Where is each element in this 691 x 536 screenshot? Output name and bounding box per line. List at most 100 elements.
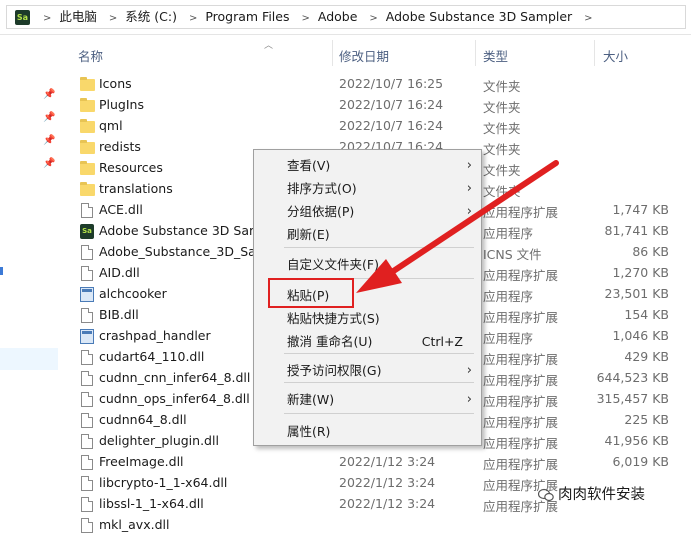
menu-item[interactable]: 新建(W) › xyxy=(254,389,481,411)
file-size: 23,501 KB xyxy=(604,286,669,301)
file-name: qml xyxy=(99,118,123,133)
column-divider[interactable] xyxy=(475,40,476,66)
chevron-right-icon[interactable]: > xyxy=(43,13,51,24)
breadcrumb-this-pc[interactable]: 此电脑 xyxy=(59,9,97,24)
breadcrumb-system-c[interactable]: 系统 (C:) xyxy=(125,9,177,24)
file-size: 41,956 KB xyxy=(604,433,669,448)
chevron-right-icon[interactable]: > xyxy=(189,13,197,24)
file-type: 应用程序扩展 xyxy=(483,394,559,409)
file-size: 225 KB xyxy=(624,412,669,427)
file-name: AID.dll xyxy=(99,265,140,280)
file-type: 应用程序扩展 xyxy=(483,373,559,388)
column-divider[interactable] xyxy=(332,40,333,66)
column-date[interactable]: 修改日期 xyxy=(339,46,389,65)
file-size: 1,046 KB xyxy=(612,328,669,343)
file-size: 429 KB xyxy=(624,349,669,364)
submenu-chevron-icon: › xyxy=(466,181,472,196)
menu-item-label: 授予访问权限(G) xyxy=(287,363,382,378)
file-type: 文件夹 xyxy=(483,142,521,157)
menu-item[interactable]: 授予访问权限(G) › xyxy=(254,360,481,382)
chevron-right-icon[interactable]: > xyxy=(584,13,592,24)
file-type: 应用程序 xyxy=(483,226,534,241)
file-size: 81,741 KB xyxy=(604,223,669,238)
file-size: 86 KB xyxy=(632,244,669,259)
menu-item-label: 排序方式(O) xyxy=(287,181,357,196)
folder-icon xyxy=(80,140,95,154)
file-name: PlugIns xyxy=(99,97,144,112)
menu-item[interactable]: 自定义文件夹(F)... xyxy=(254,254,481,276)
sort-ascending-icon: ︿ xyxy=(264,41,274,51)
menu-item-label: 查看(V) xyxy=(287,158,331,173)
folder-icon xyxy=(80,182,95,196)
menu-item[interactable]: 分组依据(P) › xyxy=(254,201,481,223)
file-row[interactable]: qml 2022/10/7 16:24 文件夹 xyxy=(66,116,691,137)
pin-icon[interactable]: 📌 xyxy=(43,89,55,101)
file-type: 应用程序 xyxy=(483,331,534,346)
column-size[interactable]: 大小 xyxy=(603,46,628,65)
chevron-right-icon[interactable]: > xyxy=(109,13,117,24)
menu-item[interactable]: 粘贴快捷方式(S) xyxy=(254,308,481,330)
breadcrumb-sampler[interactable]: Adobe Substance 3D Sampler xyxy=(386,9,572,24)
file-name: libssl-1_1-x64.dll xyxy=(99,496,204,511)
file-icon xyxy=(81,350,93,365)
file-date: 2022/10/7 16:24 xyxy=(339,97,444,112)
pin-icon[interactable]: 📌 xyxy=(43,135,55,147)
file-type: 应用程序扩展 xyxy=(483,415,559,430)
file-type: 应用程序扩展 xyxy=(483,310,559,325)
pin-icon[interactable]: 📌 xyxy=(43,112,55,124)
menu-item[interactable]: 刷新(E) xyxy=(254,224,481,246)
watermark-text: 肉肉软件安装 xyxy=(558,487,645,503)
file-date: 2022/10/7 16:24 xyxy=(339,118,444,133)
paste-highlight-box xyxy=(268,278,354,308)
menu-item[interactable]: 排序方式(O) › xyxy=(254,178,481,200)
file-row[interactable]: PlugIns 2022/10/7 16:24 文件夹 xyxy=(66,95,691,116)
menu-separator xyxy=(284,247,474,248)
nav-scroll-indicator xyxy=(0,267,3,275)
file-name: crashpad_handler xyxy=(99,328,211,343)
file-icon xyxy=(81,266,93,281)
file-row[interactable]: Icons 2022/10/7 16:25 文件夹 xyxy=(66,74,691,95)
file-name: FreeImage.dll xyxy=(99,454,184,469)
pin-icon[interactable]: 📌 xyxy=(43,158,55,170)
breadcrumb[interactable]: Sa > 此电脑 > 系统 (C:) > Program Files > Adobe >… xyxy=(6,5,686,29)
folder-icon xyxy=(80,161,95,175)
file-date: 2022/1/12 3:24 xyxy=(339,496,436,511)
address-bar: Sa > 此电脑 > 系统 (C:) > Program Files > Adobe >… xyxy=(0,0,691,35)
folder-icon xyxy=(80,98,95,112)
file-name: Icons xyxy=(99,76,132,91)
file-row[interactable]: FreeImage.dll 2022/1/12 3:24 应用程序扩展 6,019 K… xyxy=(66,452,691,473)
file-date: 2022/1/12 3:24 xyxy=(339,454,436,469)
file-row[interactable]: mkl_avx.dll xyxy=(66,515,691,536)
file-type: 应用程序扩展 xyxy=(483,457,559,472)
menu-item[interactable]: 属性(R) xyxy=(254,421,481,443)
file-icon xyxy=(81,518,93,533)
column-name[interactable]: 名称 xyxy=(78,46,103,65)
file-type: 应用程序扩展 xyxy=(483,352,559,367)
submenu-chevron-icon: › xyxy=(466,363,472,378)
chevron-right-icon[interactable]: > xyxy=(369,13,377,24)
breadcrumb-program-files[interactable]: Program Files xyxy=(205,9,289,24)
file-type: 文件夹 xyxy=(483,79,521,94)
file-type: 应用程序扩展 xyxy=(483,436,559,451)
chat-bubble-icon xyxy=(538,488,554,502)
menu-item[interactable]: 查看(V) › xyxy=(254,155,481,177)
file-icon xyxy=(81,308,93,323)
menu-item[interactable]: 撤消 重命名(U) Ctrl+Z xyxy=(254,331,481,353)
file-name: ACE.dll xyxy=(99,202,143,217)
column-divider[interactable] xyxy=(594,40,595,66)
column-type[interactable]: 类型 xyxy=(483,46,508,65)
column-header-row: ︿ 名称 修改日期 类型 大小 xyxy=(66,36,691,70)
navigation-pane: 📌 📌 📌 📌 xyxy=(0,35,66,527)
file-type: 文件夹 xyxy=(483,100,521,115)
file-icon xyxy=(81,434,93,449)
file-icon xyxy=(81,392,93,407)
file-icon xyxy=(81,371,93,386)
file-type: 文件夹 xyxy=(483,121,521,136)
file-name: redists xyxy=(99,139,141,154)
nav-selected-item[interactable] xyxy=(0,348,58,370)
breadcrumb-adobe[interactable]: Adobe xyxy=(318,9,358,24)
submenu-chevron-icon: › xyxy=(466,158,472,173)
folder-icon xyxy=(80,77,95,91)
file-size: 6,019 KB xyxy=(612,454,669,469)
chevron-right-icon[interactable]: > xyxy=(301,13,309,24)
